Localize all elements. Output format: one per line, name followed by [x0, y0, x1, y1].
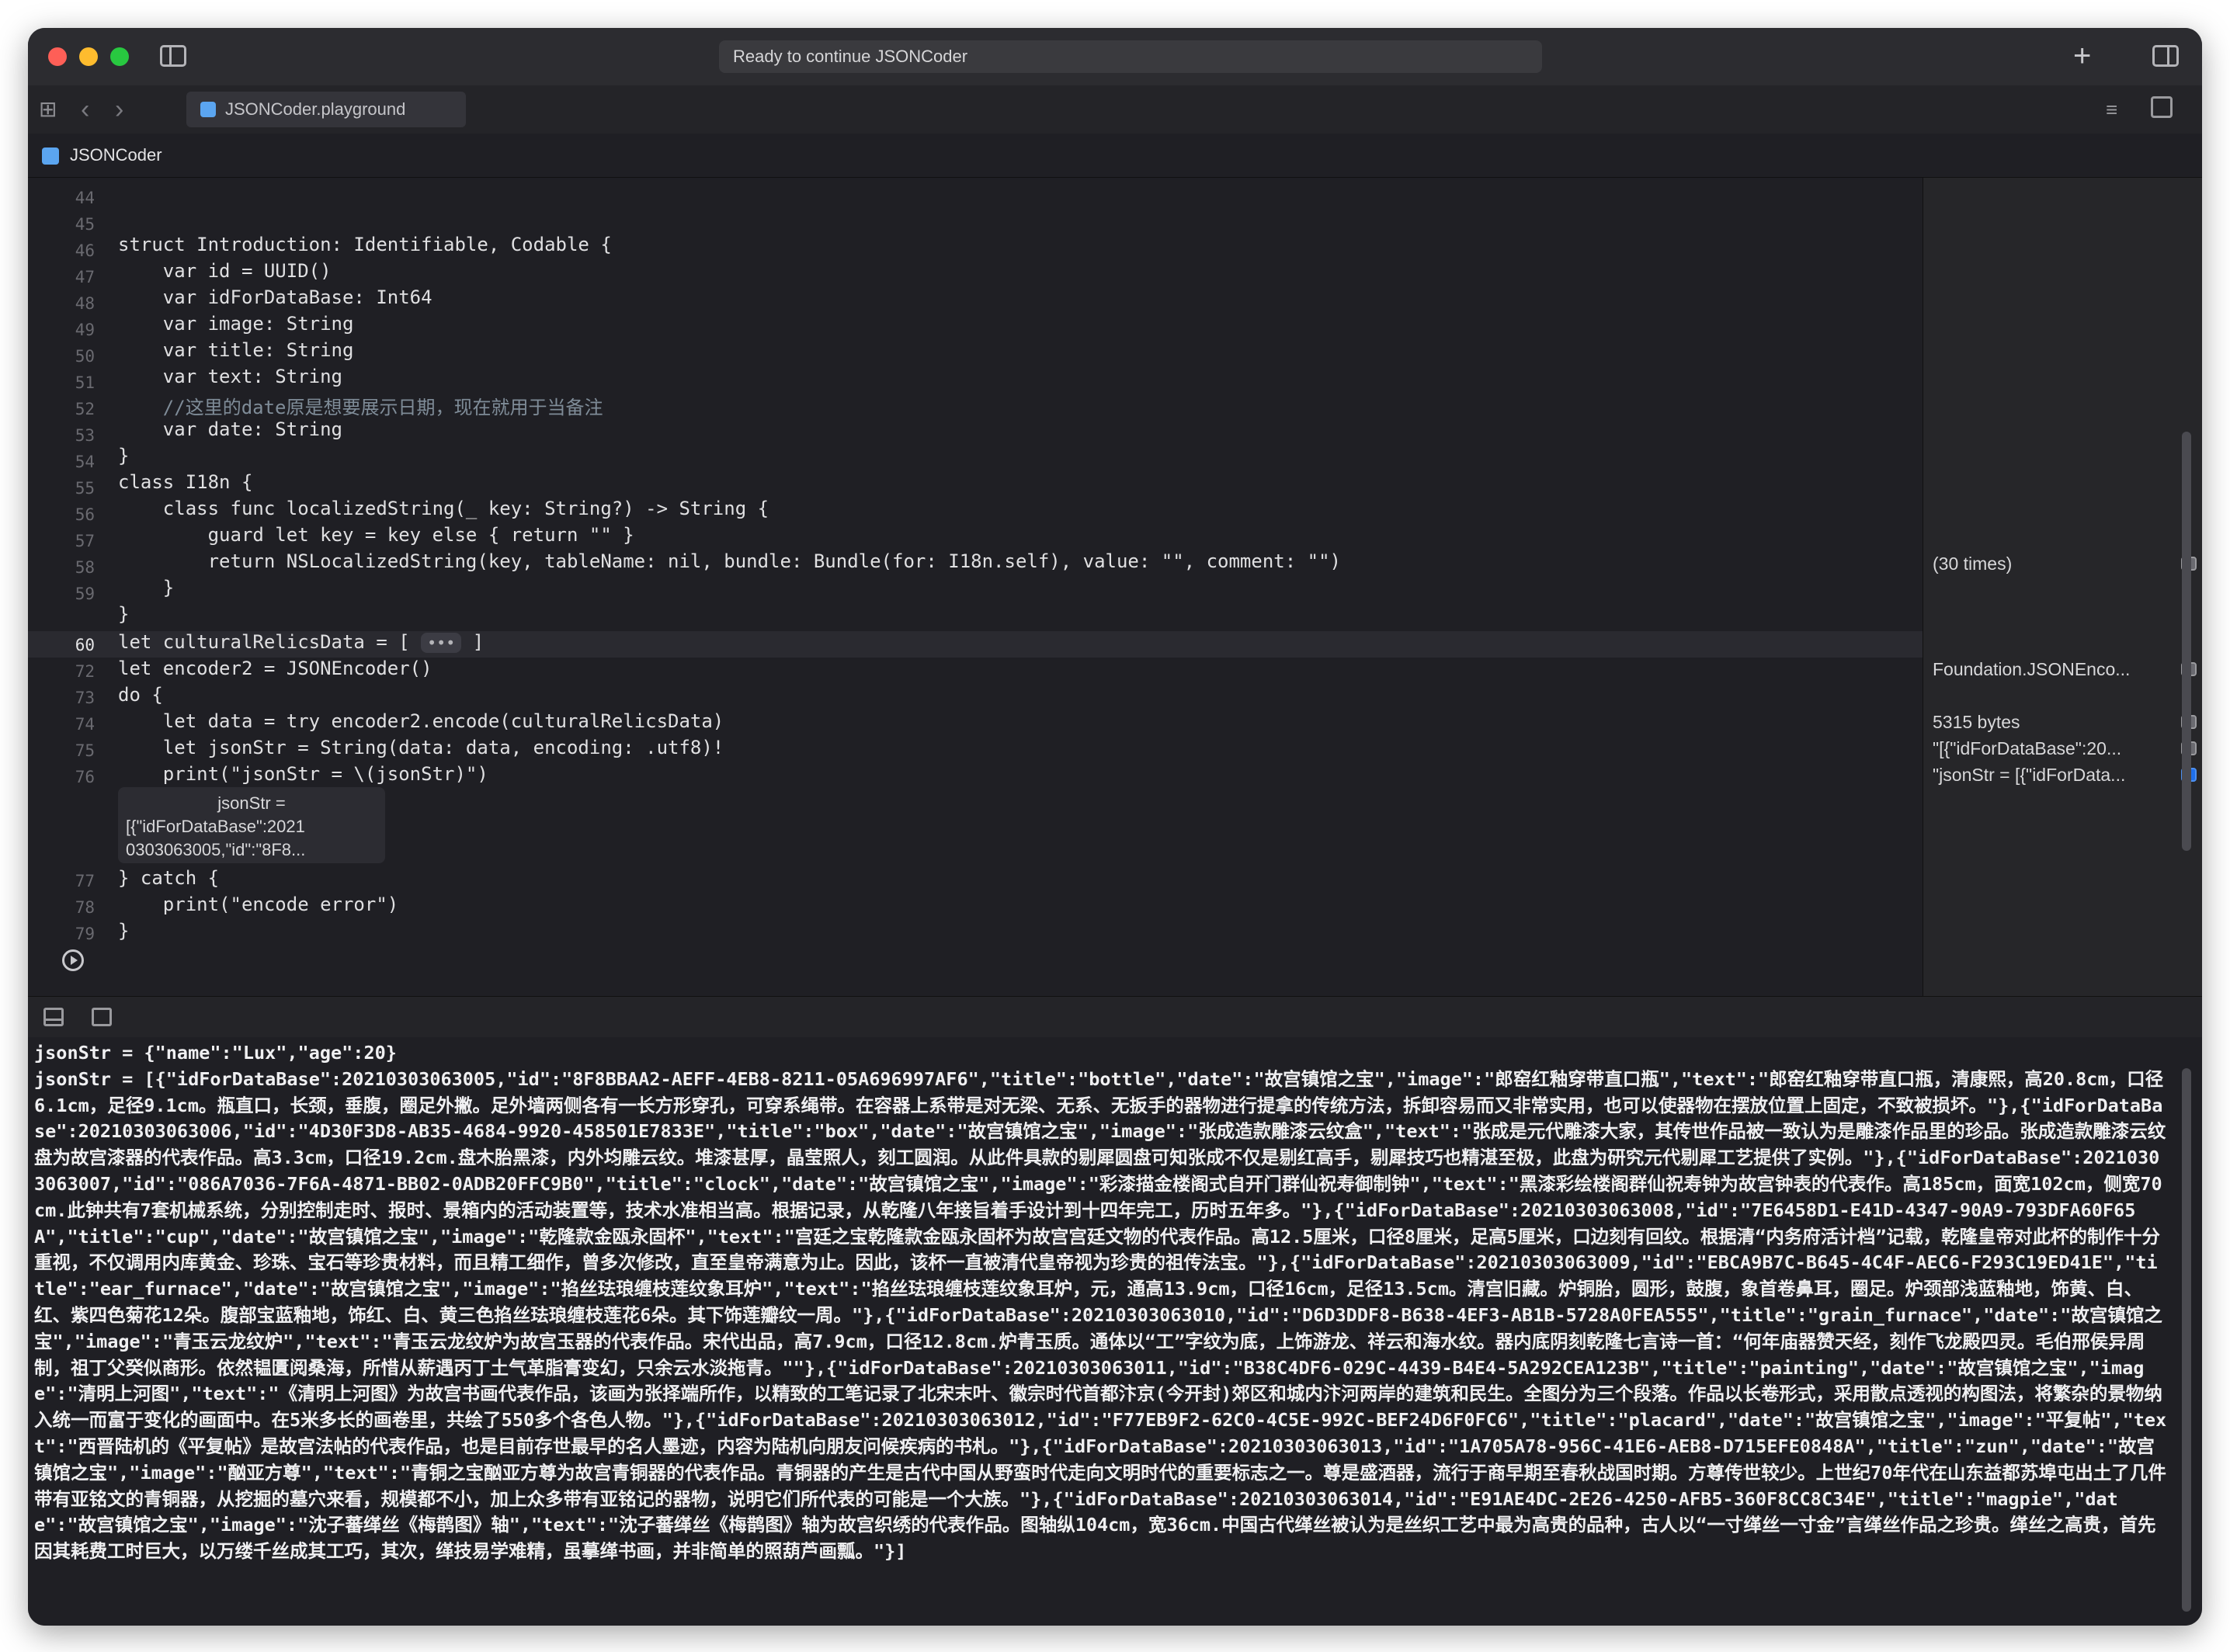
- line-number: 55: [75, 479, 95, 498]
- result-value: "[{"idForDataBase":20...: [1933, 738, 2122, 758]
- line-number: 79: [75, 925, 95, 943]
- code-line-48: var image: String: [118, 313, 354, 335]
- plus-icon[interactable]: +: [2073, 37, 2091, 75]
- line-number: 52: [75, 400, 95, 418]
- line-number: 49: [75, 321, 95, 339]
- code-line-53: }: [118, 445, 130, 467]
- console-line: jsonStr = {"name":"Lux","age":20}: [34, 1042, 397, 1064]
- line-number: 76: [75, 768, 95, 786]
- console-text: jsonStr = {"name":"Lux","age":20} jsonSt…: [34, 1040, 2168, 1565]
- line-number: 74: [75, 715, 95, 734]
- inspector-toggle-icon[interactable]: [2152, 45, 2179, 67]
- line-number: 59: [75, 585, 95, 603]
- add-editor-icon[interactable]: [2151, 96, 2173, 118]
- result-value: "jsonStr = [{"idForData...: [1933, 765, 2126, 785]
- sidebar-toggle-icon[interactable]: [160, 45, 186, 67]
- editor-scrollbar[interactable]: [2182, 432, 2191, 851]
- code-line-76: print("jsonStr = \(jsonStr)"): [118, 763, 488, 785]
- line-number-gutter: 44 45 46 47 48 49 50 51 52 53 54 55 56 5…: [28, 178, 95, 996]
- playground-window: Ready to continue JSONCoder + ⊞ ‹ › JSON…: [28, 28, 2202, 1626]
- inline-result-line: [{"idForDataBase":2021: [126, 817, 305, 836]
- code-line-60: let culturalRelicsData = [ ••• ]: [118, 631, 484, 653]
- code-line-72: let encoder2 = JSONEncoder(): [118, 658, 432, 679]
- code-line-47: var idForDataBase: Int64: [118, 286, 432, 308]
- code-line-51: //这里的date原是想要展示日期，现在就用于当备注: [118, 397, 603, 418]
- line-number: 45: [75, 215, 95, 234]
- swift-file-icon: [200, 102, 216, 117]
- code-line-56: guard let key = key else { return "" }: [118, 524, 634, 546]
- result-value: 5315 bytes: [1933, 712, 2020, 732]
- line-number: 57: [75, 532, 95, 550]
- code-line-60-end: ]: [472, 631, 485, 653]
- line-number: 78: [75, 898, 95, 917]
- code-line-57: return NSLocalizedString(key, tableName:…: [118, 550, 1341, 572]
- line-number: 77: [75, 872, 95, 890]
- line-number: 44: [75, 189, 95, 207]
- inline-result-bubble[interactable]: jsonStr = [{"idForDataBase":2021 0303063…: [118, 787, 385, 863]
- line-number: 51: [75, 373, 95, 392]
- tab-label: JSONCoder.playground: [225, 99, 406, 119]
- code-line-59: }: [118, 603, 130, 625]
- line-number: 56: [75, 505, 95, 524]
- console-line: jsonStr = [{"idForDataBase":202103030630…: [34, 1067, 2167, 1563]
- maximize-icon[interactable]: [110, 47, 129, 66]
- line-number-current: 60: [75, 636, 95, 654]
- code-line-46: var id = UUID(): [118, 260, 332, 282]
- editor-options-icon[interactable]: ≡: [2106, 98, 2117, 122]
- code-line-73: do {: [118, 684, 163, 706]
- close-icon[interactable]: [48, 47, 67, 66]
- line-number: 46: [75, 241, 95, 260]
- code-line-49: var title: String: [118, 339, 354, 361]
- console-output[interactable]: jsonStr = {"name":"Lux","age":20} jsonSt…: [28, 1037, 2202, 1626]
- code-line-78: print("encode error"): [118, 894, 399, 915]
- line-number: 47: [75, 268, 95, 286]
- chevron-left-icon[interactable]: ‹: [81, 95, 89, 125]
- line-number: 75: [75, 741, 95, 760]
- tab-bar: ⊞ ‹ › JSONCoder.playground ≡: [28, 85, 2202, 134]
- inline-result-line: 0303063005,"id":"8F8...: [126, 840, 306, 859]
- tab-jsoncoder-playground[interactable]: JSONCoder.playground: [186, 92, 466, 127]
- code-line-54: class I18n {: [118, 471, 253, 493]
- hide-debug-area-icon[interactable]: [43, 1008, 64, 1026]
- result-value: (30 times): [1933, 554, 2013, 574]
- line-number: 48: [75, 294, 95, 313]
- title-bar: Ready to continue JSONCoder +: [28, 28, 2202, 86]
- grid-icon[interactable]: ⊞: [39, 98, 57, 121]
- breadcrumb[interactable]: JSONCoder: [70, 134, 162, 177]
- minimize-icon[interactable]: [79, 47, 98, 66]
- line-number: 73: [75, 689, 95, 707]
- line-number: 50: [75, 347, 95, 366]
- activity-status: Ready to continue JSONCoder: [719, 40, 1542, 73]
- jump-bar: JSONCoder: [28, 134, 2202, 178]
- code-line-55: class func localizedString(_ key: String…: [118, 498, 769, 519]
- result-value: Foundation.JSONEnco...: [1933, 659, 2131, 679]
- chevron-right-icon[interactable]: ›: [115, 95, 123, 125]
- code-line-75: let jsonStr = String(data: data, encodin…: [118, 737, 724, 758]
- debug-area-bar: [28, 996, 2202, 1038]
- code-line-52: var date: String: [118, 418, 342, 440]
- code-line-50: var text: String: [118, 366, 342, 387]
- console-scrollbar[interactable]: [2182, 1068, 2191, 1612]
- results-sidebar: (30 times) Foundation.JSONEnco... 5315 b…: [1923, 178, 2202, 996]
- code-line-45: struct Introduction: Identifiable, Codab…: [118, 234, 612, 255]
- code-line-58: }: [118, 577, 175, 599]
- playground-file-icon: [42, 148, 59, 165]
- line-number: 54: [75, 453, 95, 471]
- code-line-60-text: let culturalRelicsData = [: [118, 631, 410, 653]
- fold-ellipsis-button[interactable]: •••: [421, 633, 462, 653]
- code-line-77: } catch {: [118, 867, 220, 889]
- code-line-74: let data = try encoder2.encode(culturalR…: [118, 710, 724, 732]
- line-number: 72: [75, 662, 95, 681]
- code-line-79: }: [118, 920, 130, 942]
- clear-console-icon[interactable]: [92, 1008, 112, 1026]
- line-number: 53: [75, 426, 95, 445]
- line-number: 58: [75, 558, 95, 577]
- inline-result-line: jsonStr =: [217, 793, 286, 813]
- code-editor[interactable]: 44 45 46 47 48 49 50 51 52 53 54 55 56 5…: [28, 178, 1923, 996]
- play-icon[interactable]: [62, 949, 84, 971]
